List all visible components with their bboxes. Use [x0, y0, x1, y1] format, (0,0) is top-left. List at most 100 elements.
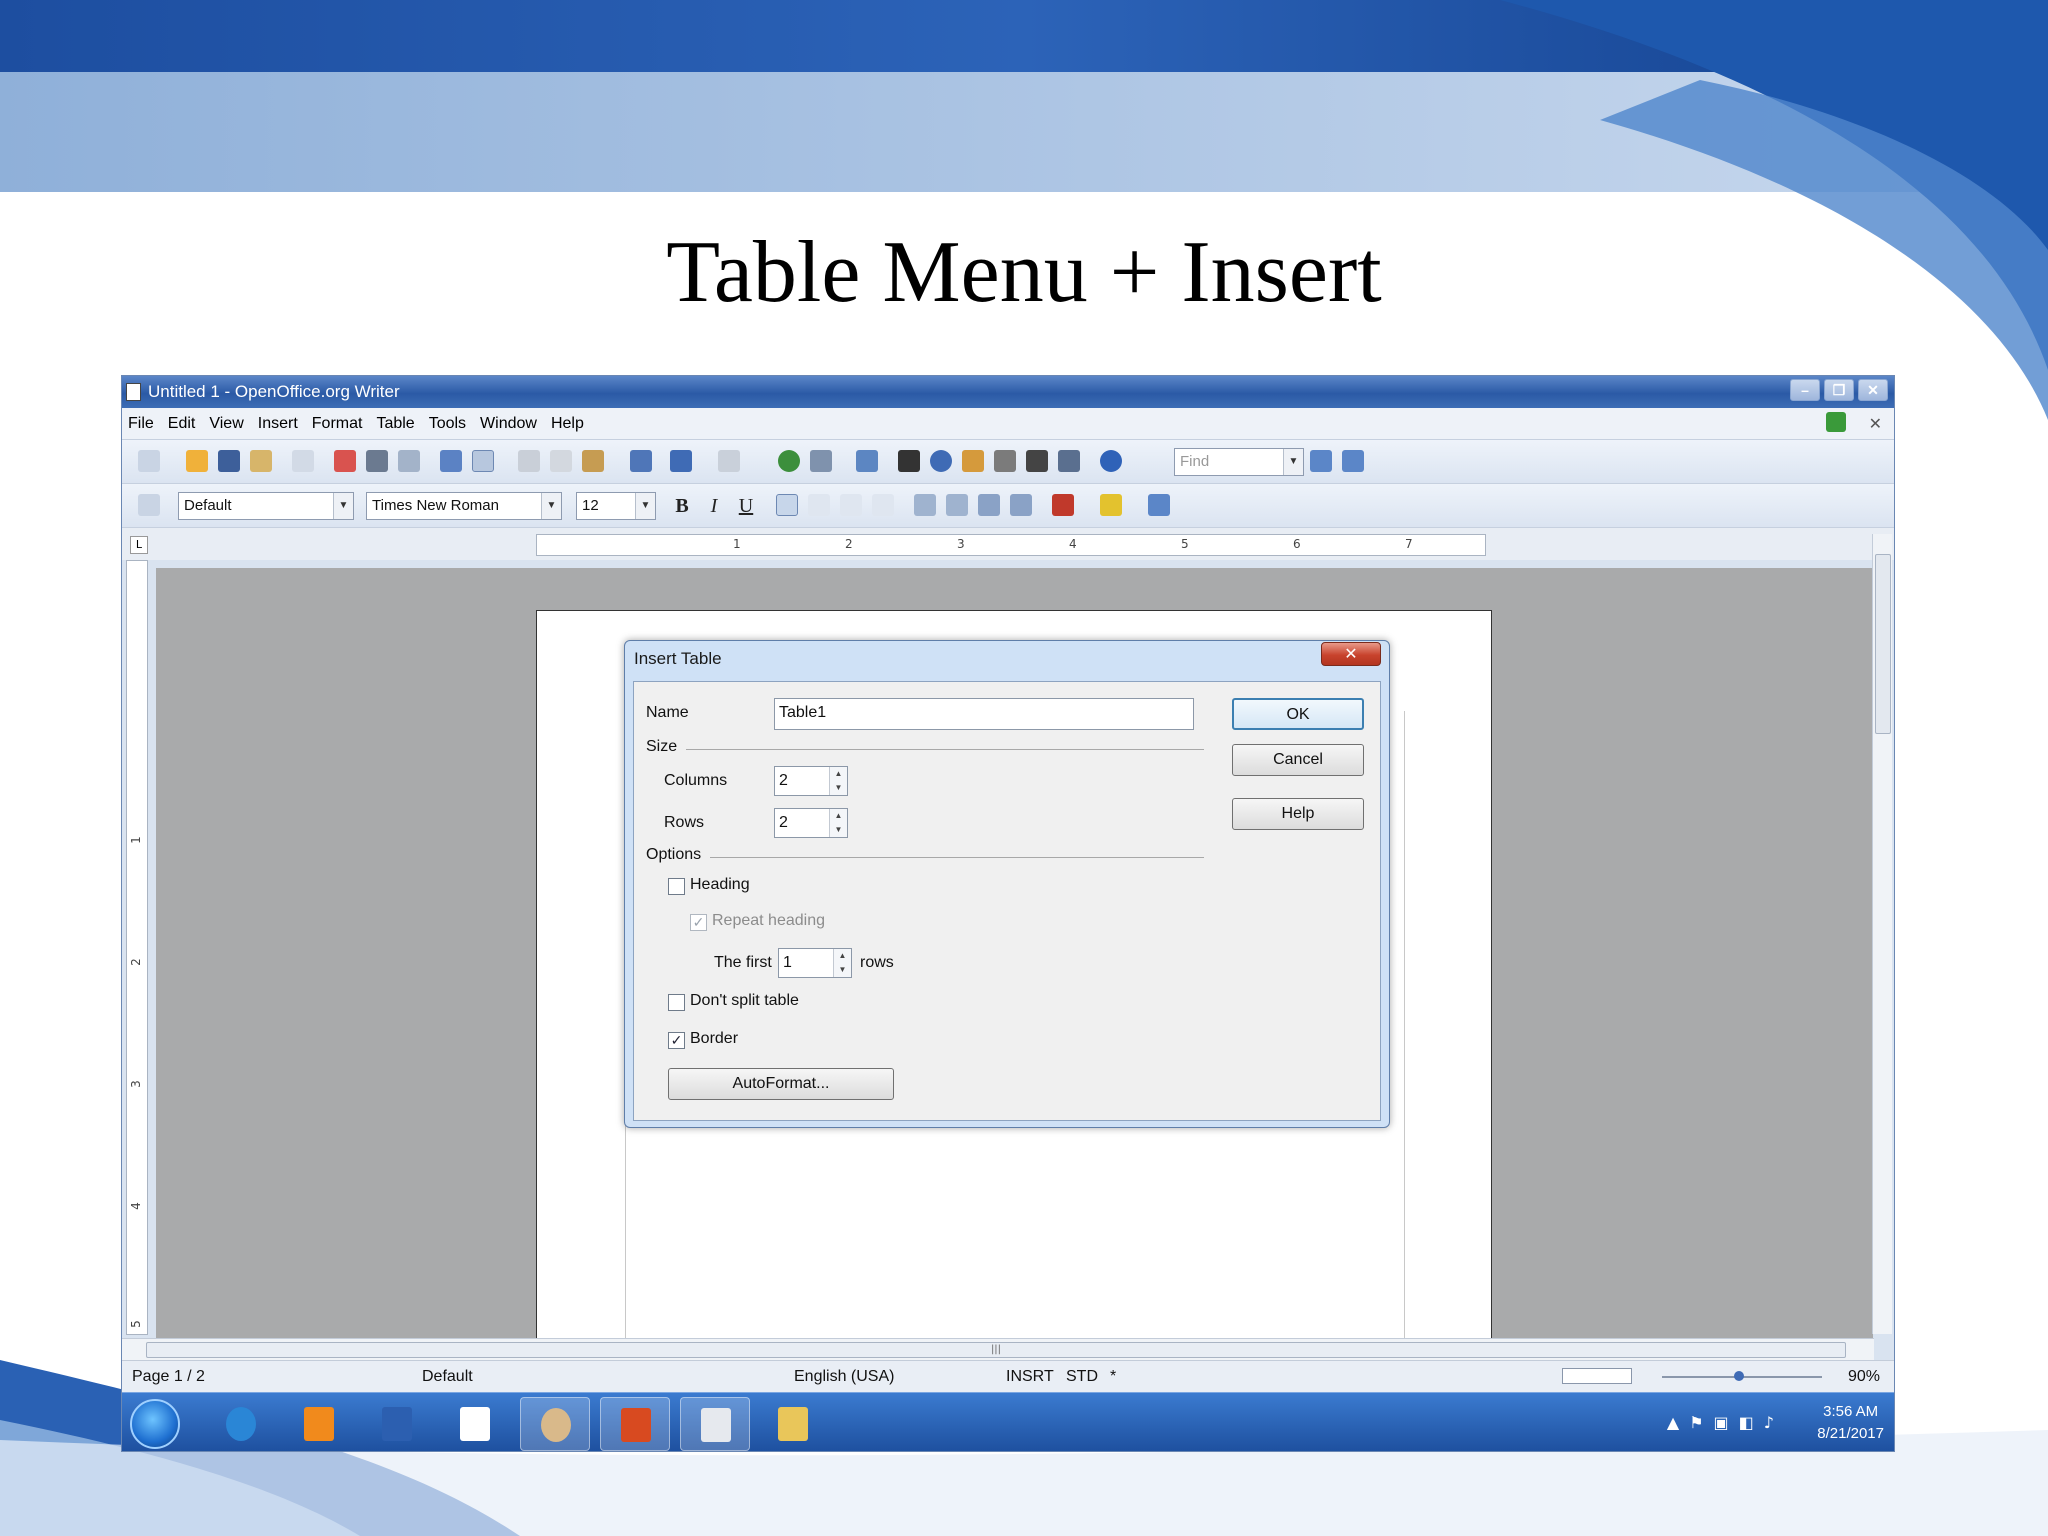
- bold-button[interactable]: B: [670, 492, 694, 520]
- menu-window[interactable]: Window: [480, 415, 537, 433]
- autospellcheck-icon[interactable]: [472, 450, 494, 472]
- system-tray-icons[interactable]: ▲⚑▣◧♪: [1667, 1413, 1784, 1432]
- align-left-icon[interactable]: [776, 494, 798, 516]
- cut-icon[interactable]: [518, 450, 540, 472]
- help-icon[interactable]: [1100, 450, 1122, 472]
- background-color-icon[interactable]: [1148, 494, 1170, 516]
- view-layout-icon[interactable]: [1562, 1368, 1632, 1384]
- redo-icon[interactable]: [718, 450, 740, 472]
- menu-format[interactable]: Format: [312, 415, 363, 433]
- find-previous-icon[interactable]: [1342, 450, 1364, 472]
- vertical-scrollbar[interactable]: [1872, 534, 1892, 1334]
- zoom-level[interactable]: 90%: [1848, 1368, 1880, 1386]
- save-icon[interactable]: [218, 450, 240, 472]
- align-center-icon[interactable]: [808, 494, 830, 516]
- menu-tools[interactable]: Tools: [429, 415, 466, 433]
- cancel-button[interactable]: Cancel: [1232, 744, 1364, 776]
- dont-split-table-checkbox[interactable]: [668, 994, 685, 1011]
- dialog-close-button[interactable]: ✕: [1321, 642, 1381, 666]
- dont-split-table-label[interactable]: Don't split table: [690, 992, 799, 1010]
- border-checkbox[interactable]: ✓: [668, 1032, 685, 1049]
- new-document-icon[interactable]: [138, 450, 160, 472]
- rows-spinbox[interactable]: 2 ▲ ▼: [774, 808, 848, 838]
- heading-rows-spinbox[interactable]: 1 ▲ ▼: [778, 948, 852, 978]
- gallery-icon[interactable]: [962, 450, 984, 472]
- menu-table[interactable]: Table: [376, 415, 414, 433]
- heading-checkbox[interactable]: [668, 878, 685, 895]
- size-dropdown-icon[interactable]: ▼: [635, 493, 655, 519]
- insert-mode[interactable]: INSRT: [1006, 1368, 1054, 1386]
- autoformat-button[interactable]: AutoFormat...: [668, 1068, 894, 1100]
- open-icon[interactable]: [186, 450, 208, 472]
- minimize-button[interactable]: –: [1790, 379, 1820, 401]
- spellcheck-icon[interactable]: [440, 450, 462, 472]
- nonprinting-characters-icon[interactable]: [1026, 450, 1048, 472]
- columns-spin-arrows[interactable]: ▲ ▼: [829, 767, 847, 795]
- page-indicator[interactable]: Page 1 / 2: [132, 1368, 205, 1386]
- ok-button[interactable]: OK: [1232, 698, 1364, 730]
- table-name-input[interactable]: Table1: [774, 698, 1194, 730]
- data-sources-icon[interactable]: [994, 450, 1016, 472]
- page-preview-icon[interactable]: [398, 450, 420, 472]
- font-color-icon[interactable]: [1052, 494, 1074, 516]
- taskbar-document[interactable]: [440, 1397, 510, 1451]
- bullets-icon[interactable]: [946, 494, 968, 516]
- taskbar-media[interactable]: [284, 1397, 354, 1451]
- close-document-icon[interactable]: ✕: [1869, 414, 1882, 434]
- find-replace-icon[interactable]: [898, 450, 920, 472]
- vertical-ruler[interactable]: 1 2 3 4 5: [126, 560, 148, 1335]
- italic-button[interactable]: I: [702, 492, 726, 520]
- edit-file-icon[interactable]: [292, 450, 314, 472]
- horizontal-scroll-thumb[interactable]: |||: [146, 1342, 1846, 1358]
- show-draw-functions-icon[interactable]: [856, 450, 878, 472]
- undo-icon[interactable]: [670, 450, 692, 472]
- update-icon[interactable]: [1826, 412, 1846, 432]
- styles-formatting-icon[interactable]: [138, 494, 160, 516]
- navigator-icon[interactable]: [930, 450, 952, 472]
- clock[interactable]: 3:56 AM 8/21/2017: [1817, 1401, 1884, 1445]
- taskbar-ie[interactable]: [206, 1397, 276, 1451]
- paste-icon[interactable]: [582, 450, 604, 472]
- taskbar-word[interactable]: [362, 1397, 432, 1451]
- zoom-icon[interactable]: [1058, 450, 1080, 472]
- menu-file[interactable]: File: [128, 415, 154, 433]
- font-dropdown-icon[interactable]: ▼: [541, 493, 561, 519]
- window-titlebar[interactable]: Untitled 1 - OpenOffice.org Writer – ❐ ✕: [122, 376, 1894, 408]
- print-icon[interactable]: [366, 450, 388, 472]
- export-pdf-icon[interactable]: [334, 450, 356, 472]
- underline-button[interactable]: U: [734, 492, 758, 520]
- taskbar-explorer[interactable]: [758, 1397, 828, 1451]
- menu-view[interactable]: View: [209, 415, 243, 433]
- tab-type-icon[interactable]: L: [130, 536, 148, 554]
- selection-mode[interactable]: STD: [1066, 1368, 1098, 1386]
- find-next-icon[interactable]: [1310, 450, 1332, 472]
- hyperlink-icon[interactable]: [778, 450, 800, 472]
- menu-edit[interactable]: Edit: [168, 415, 196, 433]
- font-size-select[interactable]: 12 ▼: [576, 492, 656, 520]
- numbering-icon[interactable]: [914, 494, 936, 516]
- help-button[interactable]: Help: [1232, 798, 1364, 830]
- table-icon[interactable]: [810, 450, 832, 472]
- clone-formatting-icon[interactable]: [630, 450, 652, 472]
- repeat-heading-label[interactable]: Repeat heading: [712, 912, 825, 930]
- border-label[interactable]: Border: [690, 1030, 738, 1048]
- justify-icon[interactable]: [872, 494, 894, 516]
- heading-rows-spin-arrows[interactable]: ▲ ▼: [833, 949, 851, 977]
- menu-help[interactable]: Help: [551, 415, 584, 433]
- paragraph-style-select[interactable]: Default ▼: [178, 492, 354, 520]
- increase-indent-icon[interactable]: [1010, 494, 1032, 516]
- copy-icon[interactable]: [550, 450, 572, 472]
- horizontal-scrollbar[interactable]: |||: [122, 1338, 1874, 1360]
- find-dropdown-icon[interactable]: ▼: [1283, 449, 1303, 475]
- find-input[interactable]: Find ▼: [1174, 448, 1304, 476]
- page-style[interactable]: Default: [422, 1368, 473, 1386]
- align-right-icon[interactable]: [840, 494, 862, 516]
- taskbar-writer[interactable]: [680, 1397, 750, 1451]
- highlighting-icon[interactable]: [1100, 494, 1122, 516]
- restore-button[interactable]: ❐: [1824, 379, 1854, 401]
- style-dropdown-icon[interactable]: ▼: [333, 493, 353, 519]
- menu-insert[interactable]: Insert: [258, 415, 298, 433]
- taskbar-presentation[interactable]: [600, 1397, 670, 1451]
- heading-label[interactable]: Heading: [690, 876, 750, 894]
- email-icon[interactable]: [250, 450, 272, 472]
